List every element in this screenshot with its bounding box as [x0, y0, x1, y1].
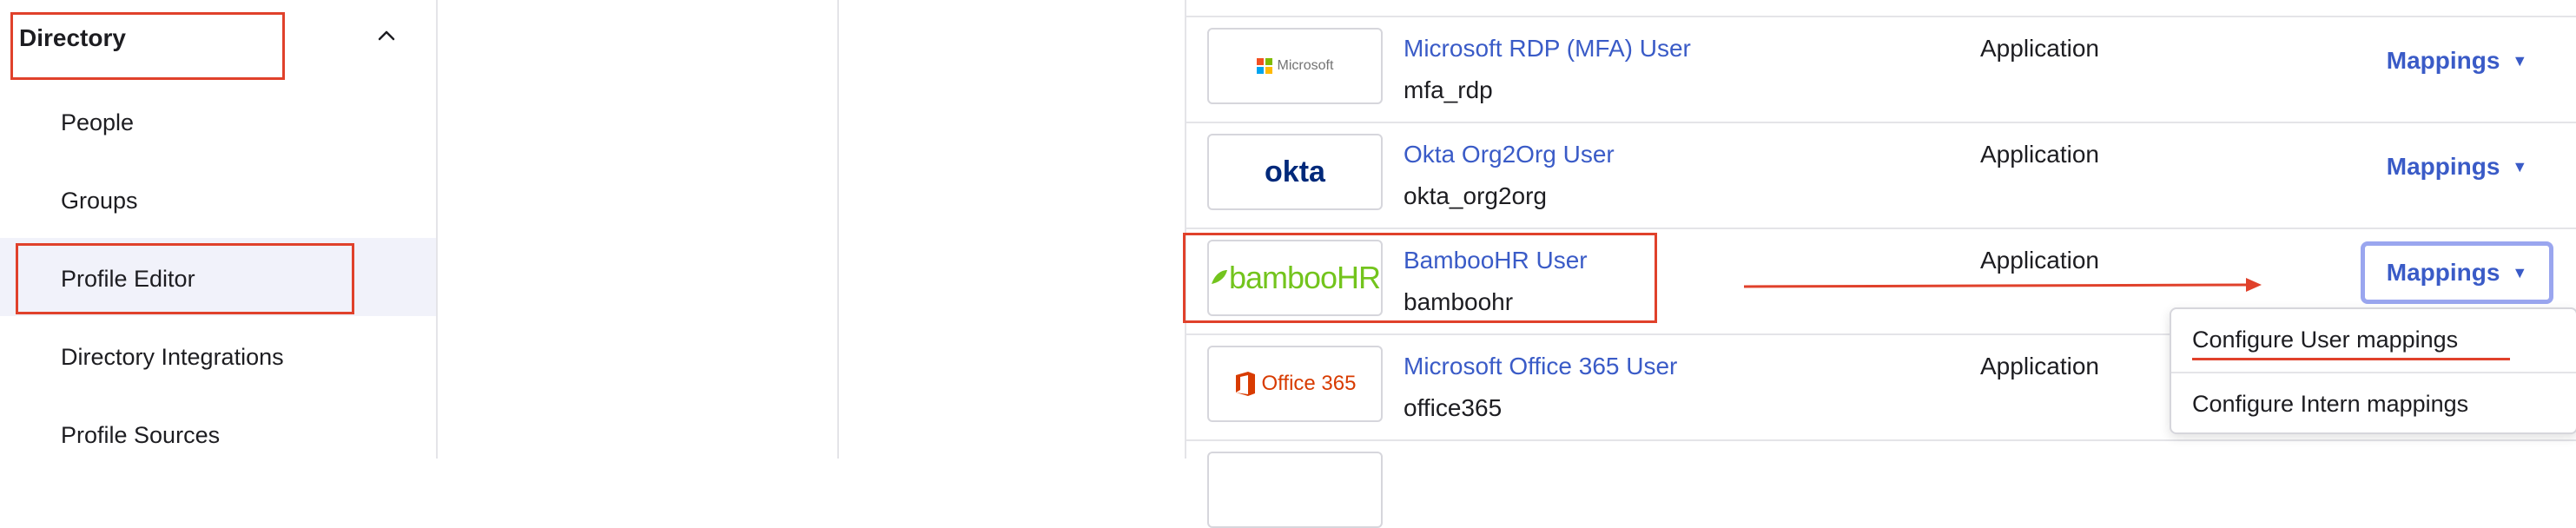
- app-logo-okta: okta: [1207, 134, 1383, 210]
- app-type: Application: [1980, 35, 2099, 62]
- mappings-label: Mappings: [2386, 259, 2500, 286]
- app-key: mfa_rdp: [1404, 76, 1493, 103]
- app-logo-microsoft: Microsoft: [1207, 28, 1383, 104]
- microsoft-logo-icon: [1256, 58, 1272, 74]
- caret-down-icon: ▼: [2512, 263, 2528, 281]
- logo-text: Office 365: [1261, 372, 1357, 395]
- logo-text: Microsoft: [1277, 58, 1334, 73]
- row-divider: [1186, 228, 2576, 229]
- annotation-box-directory: [10, 12, 285, 80]
- app-key: office365: [1404, 394, 1503, 421]
- app-type: Application: [1980, 141, 2099, 168]
- middle-panel: [438, 0, 839, 459]
- mappings-label: Mappings: [2386, 47, 2500, 74]
- caret-down-icon: ▼: [2512, 157, 2528, 175]
- row-divider: [1186, 16, 2576, 17]
- mappings-label: Mappings: [2386, 153, 2500, 180]
- row-divider: [1186, 122, 2576, 123]
- annotation-underline: [2192, 358, 2510, 360]
- mappings-button[interactable]: Mappings ▼: [2361, 135, 2553, 198]
- dropdown-item-configure-intern-mappings[interactable]: Configure Intern mappings: [2192, 391, 2468, 418]
- sidebar-item-groups[interactable]: Groups: [61, 188, 138, 214]
- app-type: Application: [1980, 353, 2099, 380]
- sidebar-item-directory-integrations[interactable]: Directory Integrations: [61, 344, 284, 371]
- app-name-link[interactable]: Okta Org2Org User: [1404, 141, 1615, 168]
- annotation-box-bamboohr: [1183, 233, 1657, 323]
- dropdown-item-configure-user-mappings[interactable]: Configure User mappings: [2192, 327, 2458, 353]
- row-divider: [1186, 439, 2576, 441]
- app-key: okta_org2org: [1404, 182, 1548, 209]
- annotation-box-profile-editor: [16, 243, 354, 314]
- app-logo-partial: [1207, 452, 1383, 528]
- sidebar-item-people[interactable]: People: [61, 109, 134, 136]
- sidebar-item-profile-sources[interactable]: Profile Sources: [61, 422, 220, 449]
- mappings-button-active[interactable]: Mappings ▼: [2361, 241, 2553, 304]
- logo-text: okta: [1265, 155, 1325, 188]
- mappings-dropdown: Configure User mappings Configure Intern…: [2170, 307, 2576, 434]
- app-name-link[interactable]: Microsoft RDP (MFA) User: [1404, 35, 1691, 63]
- dropdown-divider: [2171, 372, 2576, 373]
- caret-down-icon: ▼: [2512, 51, 2528, 69]
- mappings-button[interactable]: Mappings ▼: [2361, 30, 2553, 92]
- app-logo-office365: Office 365: [1207, 346, 1383, 422]
- office-logo-icon: [1235, 372, 1255, 396]
- chevron-up-icon[interactable]: [373, 23, 400, 49]
- annotation-arrow-icon: [1744, 278, 2262, 292]
- app-name-link[interactable]: Microsoft Office 365 User: [1404, 353, 1677, 380]
